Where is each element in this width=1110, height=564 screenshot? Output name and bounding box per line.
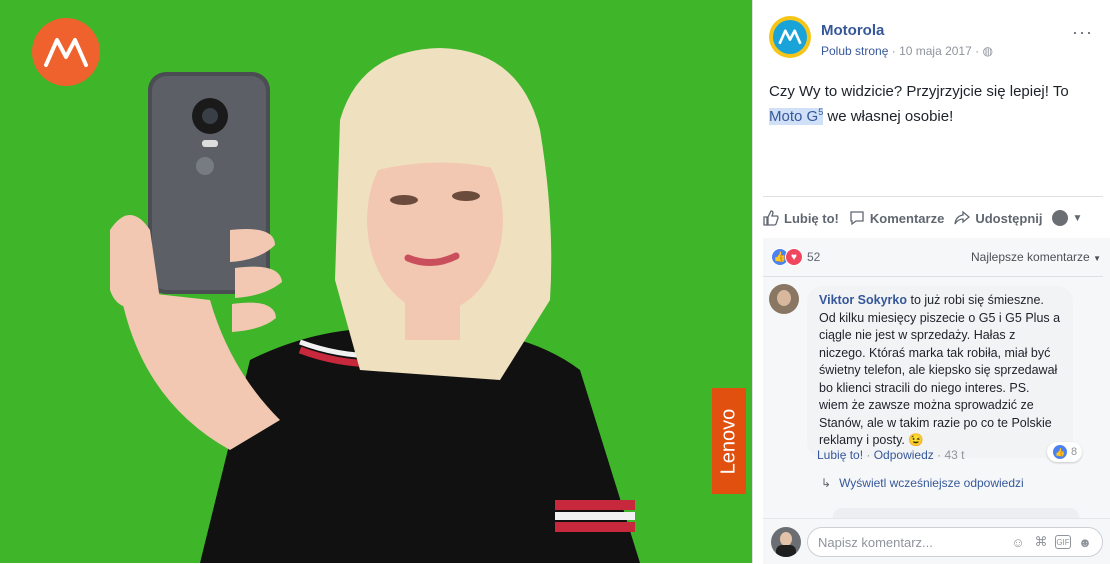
comment-like-link[interactable]: Lubię to! — [817, 448, 863, 462]
comment-bubble: Viktor Sokyrko to już robi się śmieszne.… — [807, 286, 1073, 458]
comment-text: to już robi się śmieszne. Od kilku miesi… — [819, 293, 1061, 447]
post-photo[interactable]: Lenovo — [0, 0, 752, 563]
wink-emoji: 😉 — [908, 433, 924, 447]
comment-button[interactable]: Komentarze — [849, 210, 944, 226]
lenovo-badge-text: Lenovo — [717, 408, 740, 474]
comment-composer: Napisz komentarz... ☺ ⌘ GIF ☻ — [763, 518, 1110, 564]
meta-separator: · — [971, 44, 983, 58]
post-text-after: we własnej osobie! — [823, 108, 954, 125]
like-button[interactable]: Lubię to! — [763, 210, 839, 226]
user-avatar — [1052, 210, 1069, 226]
post-meta: Polub stronę · 10 maja 2017 · ◍ — [821, 44, 993, 58]
comments-section: 👍 ♥ 52 Najlepsze komentarze ▼ Viktor Sok… — [763, 238, 1110, 564]
comment-icon — [850, 211, 864, 226]
divider — [763, 276, 1103, 277]
comment-author[interactable]: Viktor Sokyrko — [819, 293, 907, 307]
post-actions: Lubię to! Komentarze Udostępnij ▼ — [763, 196, 1103, 240]
photo-illustration — [0, 0, 752, 563]
composer-icons: ☺ ⌘ GIF ☻ — [1009, 533, 1094, 551]
reaction-count: 52 — [807, 250, 821, 264]
like-reaction-icon: 👍 — [1052, 444, 1068, 460]
dot-sep: · — [863, 448, 874, 462]
comment-input[interactable]: Napisz komentarz... ☺ ⌘ GIF ☻ — [807, 527, 1103, 557]
reaction-summary[interactable]: 👍 ♥ 52 — [771, 248, 820, 266]
meta-separator: · — [888, 44, 900, 58]
camera-icon[interactable]: ⌘ — [1032, 533, 1050, 551]
thumbs-up-icon — [763, 210, 779, 226]
motorola-logo — [32, 18, 100, 86]
comment-placeholder: Napisz komentarz... — [818, 535, 933, 550]
like-page-link[interactable]: Polub stronę — [821, 44, 888, 58]
my-avatar — [771, 527, 801, 557]
more-dots-icon[interactable]: ··· — [1072, 22, 1093, 43]
like-label: Lubię to! — [784, 210, 839, 226]
post-text: Czy Wy to widzicie? Przyjrzyjcie się lep… — [769, 82, 1099, 127]
post-header: Motorola Polub stronę · 10 maja 2017 · ◍… — [769, 16, 1099, 64]
comment-like-count[interactable]: 👍 8 — [1047, 442, 1083, 462]
view-previous-label: Wyświetl wcześniejsze odpowiedzi — [839, 476, 1024, 490]
chevron-down-icon: ▼ — [1072, 212, 1083, 224]
emoji-icon[interactable]: ☺ — [1009, 533, 1027, 551]
comment-reply-link[interactable]: Odpowiedz — [874, 448, 934, 462]
motorola-m-icon — [44, 38, 88, 67]
caret-down-icon: ▼ — [1093, 254, 1101, 263]
lenovo-badge: Lenovo — [712, 388, 746, 494]
view-previous-replies[interactable]: ↳ Wyświetl wcześniejsze odpowiedzi — [821, 476, 1024, 490]
commenter-avatar[interactable] — [769, 284, 799, 314]
comment-sort-dropdown[interactable]: Najlepsze komentarze ▼ — [971, 250, 1101, 264]
love-reaction-icon: ♥ — [785, 248, 803, 266]
post-panel: Motorola Polub stronę · 10 maja 2017 · ◍… — [752, 0, 1110, 564]
comment-label: Komentarze — [869, 210, 945, 226]
highlight-main: Moto G — [769, 108, 819, 125]
post-date[interactable]: 10 maja 2017 — [899, 44, 972, 58]
page-avatar[interactable] — [769, 16, 811, 58]
sort-label: Najlepsze komentarze — [971, 250, 1090, 264]
share-icon — [954, 210, 971, 225]
comment-time[interactable]: 43 t — [944, 448, 964, 462]
dot-sep: · — [933, 448, 945, 462]
reply-arrow-icon: ↳ — [821, 476, 832, 490]
share-button[interactable]: Udostępnij — [954, 210, 1042, 226]
sticker-icon[interactable]: ☻ — [1076, 533, 1094, 551]
comment-actions: Lubię to! · Odpowiedz · 43 t — [817, 448, 964, 462]
gif-icon[interactable]: GIF — [1055, 535, 1071, 549]
comment-likes: 8 — [1071, 446, 1078, 458]
motorola-m-icon — [778, 29, 802, 45]
globe-icon: ◍ — [982, 44, 993, 58]
post-as-selector[interactable]: ▼ — [1052, 210, 1082, 226]
share-label: Udostępnij — [975, 210, 1043, 226]
page-name[interactable]: Motorola — [821, 22, 884, 39]
post-text-before: Czy Wy to widzicie? Przyjrzyjcie się lep… — [769, 83, 1069, 100]
hashtag-moto-g5[interactable]: Moto G5 — [769, 107, 824, 125]
